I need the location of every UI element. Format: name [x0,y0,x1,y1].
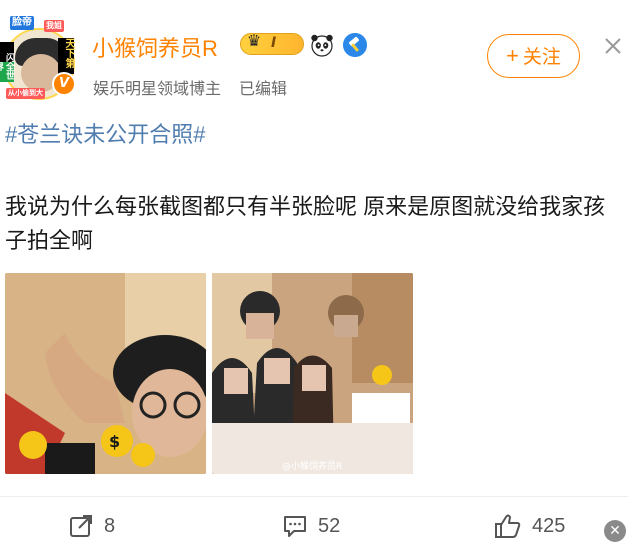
level-badge[interactable]: ♛ I [240,31,304,55]
avatar-tag-right: 天下第 [58,38,74,74]
comment-button[interactable]: 52 [282,510,340,542]
user-description-text: 娱乐明星领域博主 [93,81,222,98]
group-photo-icon: @小猴饲养员R [212,273,413,474]
avatar-tag-left2: 全世界 [0,62,14,82]
thumbs-up-icon [495,514,521,538]
panda-icon[interactable] [310,33,334,57]
hashtag-link[interactable]: #苍兰诀未公开合照# [5,117,205,149]
like-button[interactable]: 425 [494,510,565,542]
avatar-tag-top2: 我姐 [44,20,64,32]
avatar-tag-top: 脸帝 [10,16,34,30]
like-count: 425 [532,514,566,537]
weibo-post-card: 脸帝 我姐 闪光 全世界 天下第 从小偷到大 V 小猴饲养员R ♛ I 娱乐明星… [0,0,628,557]
avatar-tag-bottom: 从小偷到大 [6,88,45,99]
edited-label: 已编辑 [239,81,288,98]
comment-icon [284,516,306,537]
post-image-1[interactable]: $ [5,273,206,474]
selfie-photo-icon: $ [5,273,206,474]
level-label: I [271,35,277,51]
repost-button[interactable]: 8 [68,510,115,542]
crown-icon: ♛ [246,31,262,50]
image-watermark: @小猴饲养员R [282,460,342,472]
follow-button[interactable]: + 关注 [487,34,580,78]
verified-icon: V [52,72,76,96]
comment-count: 52 [318,514,341,537]
svg-text:$: $ [109,432,120,451]
plus-icon: + [506,43,519,68]
repost-count: 8 [104,514,116,537]
overlay-close-icon[interactable]: ✕ [604,520,626,542]
action-divider [0,496,628,497]
hammer-icon[interactable] [343,33,367,57]
post-image-2[interactable]: @小猴饲养员R [212,273,413,474]
user-description: 娱乐明星领域博主 已编辑 [93,75,287,99]
post-body-text: 我说为什么每张截图都只有半张脸呢 原来是原图就没给我家孩子拍全啊 [5,194,606,253]
follow-label: 关注 [522,47,561,68]
close-icon[interactable] [601,34,625,58]
username[interactable]: 小猴饲养员R [92,31,218,63]
repost-icon [70,515,92,537]
